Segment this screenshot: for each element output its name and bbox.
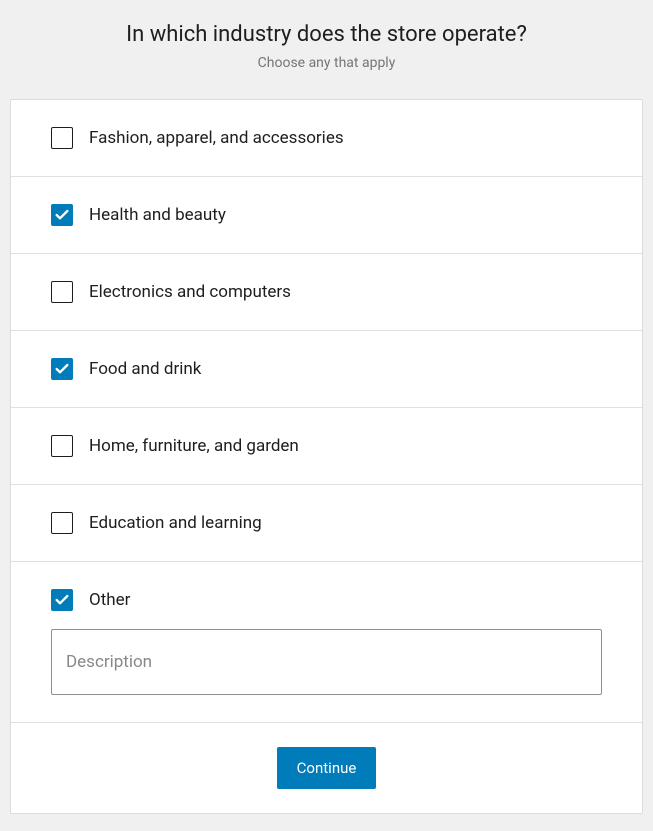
page-header: In which industry does the store operate… (0, 0, 653, 89)
checkbox-home[interactable] (51, 435, 73, 457)
continue-button[interactable]: Continue (277, 747, 377, 789)
option-label-home: Home, furniture, and garden (89, 436, 299, 456)
checkbox-food[interactable] (51, 358, 73, 380)
option-other[interactable]: Other (11, 562, 642, 723)
option-food[interactable]: Food and drink (11, 331, 642, 408)
option-education[interactable]: Education and learning (11, 485, 642, 562)
checkbox-health[interactable] (51, 204, 73, 226)
card-footer: Continue (11, 723, 642, 813)
checkbox-other[interactable] (51, 589, 73, 611)
description-input[interactable] (51, 629, 602, 695)
page-title: In which industry does the store operate… (20, 22, 633, 47)
option-label-food: Food and drink (89, 359, 201, 379)
checkbox-electronics[interactable] (51, 281, 73, 303)
option-label-education: Education and learning (89, 513, 262, 533)
check-icon (54, 207, 70, 223)
option-label-fashion: Fashion, apparel, and accessories (89, 128, 344, 148)
check-icon (54, 592, 70, 608)
checkbox-fashion[interactable] (51, 127, 73, 149)
option-health[interactable]: Health and beauty (11, 177, 642, 254)
option-fashion[interactable]: Fashion, apparel, and accessories (11, 100, 642, 177)
option-label-health: Health and beauty (89, 205, 226, 225)
option-electronics[interactable]: Electronics and computers (11, 254, 642, 331)
checkbox-education[interactable] (51, 512, 73, 534)
industry-card: Fashion, apparel, and accessories Health… (10, 99, 643, 814)
option-label-electronics: Electronics and computers (89, 282, 291, 302)
page-subtitle: Choose any that apply (20, 55, 633, 71)
option-home[interactable]: Home, furniture, and garden (11, 408, 642, 485)
check-icon (54, 361, 70, 377)
option-label-other: Other (89, 590, 130, 610)
